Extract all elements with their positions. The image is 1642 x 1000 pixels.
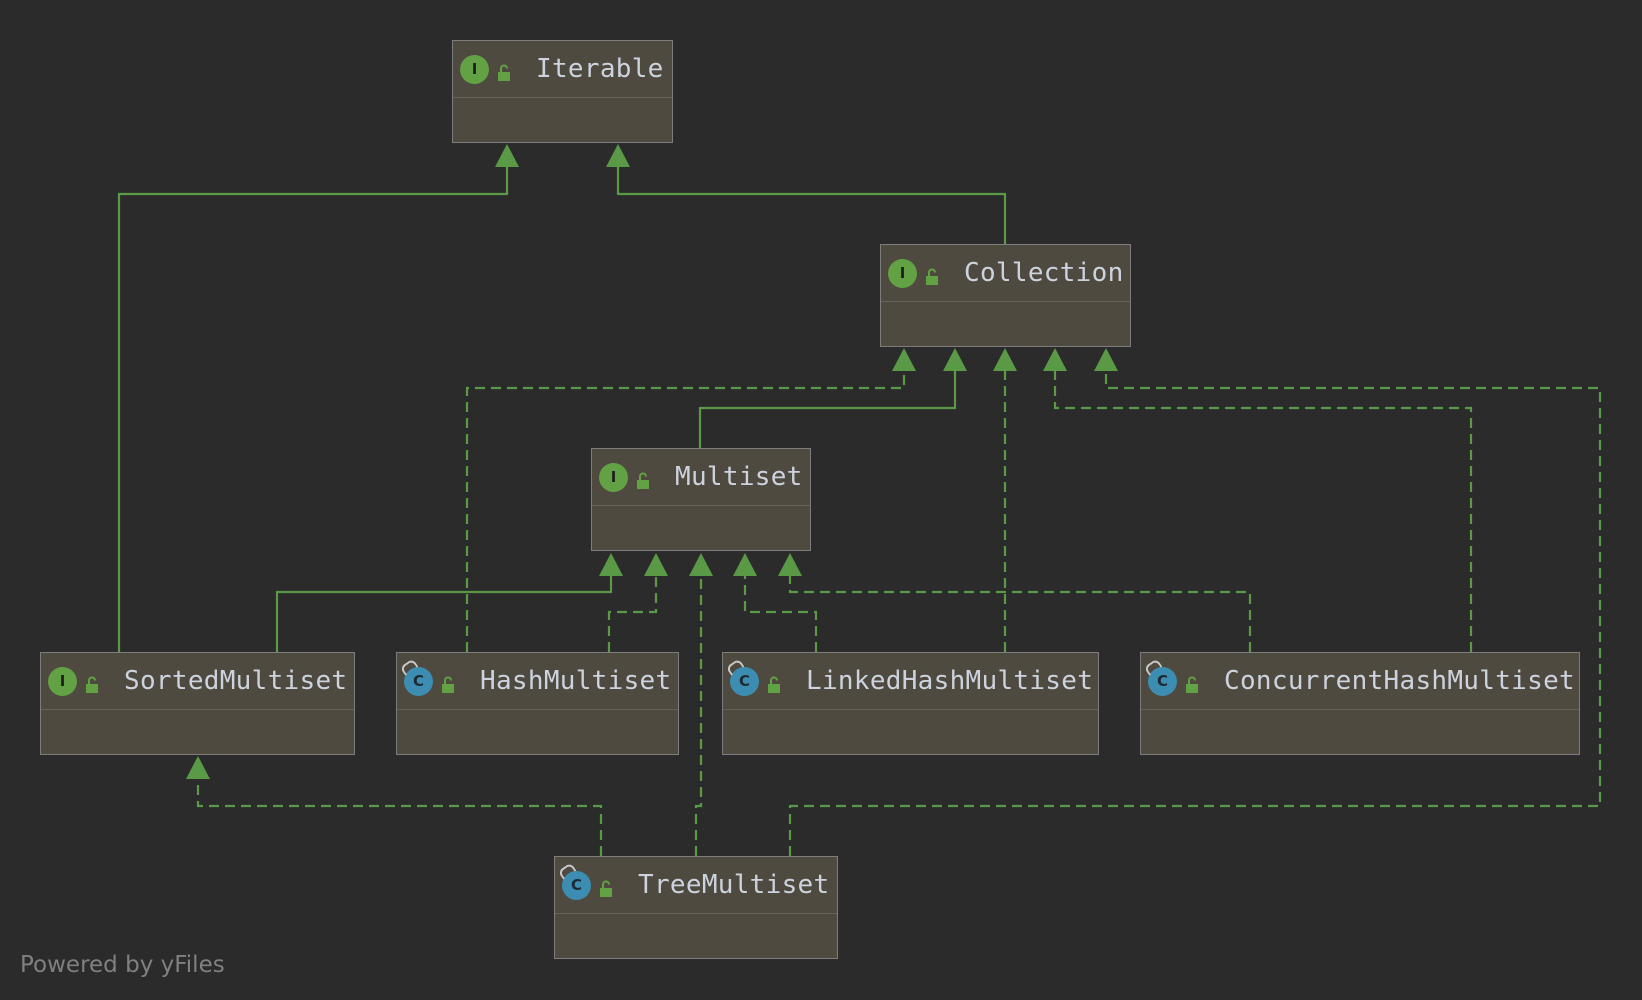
arrowhead: [689, 553, 713, 576]
arrowhead: [599, 553, 623, 576]
arrowhead: [495, 144, 519, 167]
node-header: C LinkedHashMultiset: [723, 653, 1098, 710]
unlock-icon: [637, 472, 649, 489]
node-title: Collection: [964, 258, 1124, 288]
arrowhead: [733, 553, 757, 576]
node-concurrenthashmultiset[interactable]: C ConcurrentHashMultiset: [1140, 652, 1580, 755]
unlock-icon: [768, 676, 780, 693]
unlock-icon: [926, 268, 938, 285]
arrowhead: [1094, 348, 1118, 371]
arrowhead: [606, 144, 630, 167]
edge-sortedmultiset-to-iterable: [117, 166, 509, 652]
node-header: C HashMultiset: [397, 653, 678, 710]
edge-treemultiset-to-multiset: [694, 575, 703, 856]
node-title: TreeMultiset: [638, 870, 830, 900]
unlock-icon: [86, 676, 98, 693]
interface-icon: I: [599, 463, 628, 492]
node-header: I SortedMultiset: [41, 653, 354, 710]
unlock-icon: [442, 676, 454, 693]
node-title: Iterable: [536, 54, 664, 84]
unlock-icon: [498, 64, 510, 81]
unlock-icon: [1186, 676, 1198, 693]
powered-by-label: Powered by yFiles: [20, 952, 225, 978]
node-header: I Collection: [881, 245, 1130, 302]
edge-concurrenthashmultiset-to-collection: [1053, 370, 1473, 652]
arrowhead: [644, 553, 668, 576]
arrowhead: [943, 348, 967, 371]
edge-concurrenthashmultiset-to-multiset: [788, 575, 1252, 652]
node-header: C TreeMultiset: [555, 857, 837, 914]
node-iterable[interactable]: I Iterable: [452, 40, 673, 143]
unlock-icon: [600, 880, 612, 897]
interface-icon: I: [48, 667, 77, 696]
node-linkedhashmultiset[interactable]: C LinkedHashMultiset: [722, 652, 1099, 755]
node-sortedmultiset[interactable]: I SortedMultiset: [40, 652, 355, 755]
edge-treemultiset-to-collection: [788, 370, 1602, 856]
node-hashmultiset[interactable]: C HashMultiset: [396, 652, 679, 755]
node-header: I Iterable: [453, 41, 672, 98]
arrowhead: [186, 756, 210, 779]
node-header: C ConcurrentHashMultiset: [1141, 653, 1579, 710]
arrowhead: [1043, 348, 1067, 371]
interface-icon: I: [888, 259, 917, 288]
arrowhead: [892, 348, 916, 371]
interface-icon: I: [460, 55, 489, 84]
node-title: Multiset: [675, 462, 803, 492]
arrowhead: [993, 348, 1017, 371]
node-title: HashMultiset: [480, 666, 672, 696]
node-title: LinkedHashMultiset: [806, 666, 1094, 696]
edge-hashmultiset-to-multiset: [607, 575, 658, 652]
node-treemultiset[interactable]: C TreeMultiset: [554, 856, 838, 959]
uml-class-diagram: I Iterable I Collection I Multiset I Sor…: [0, 0, 1642, 1000]
node-multiset[interactable]: I Multiset: [591, 448, 811, 551]
edge-treemultiset-to-sortedmultiset: [196, 778, 603, 856]
node-title: SortedMultiset: [124, 666, 348, 696]
edge-collection-to-iterable: [616, 166, 1007, 245]
diagram-edges: [117, 144, 1602, 856]
arrowhead: [778, 553, 802, 576]
node-title: ConcurrentHashMultiset: [1224, 666, 1575, 696]
node-header: I Multiset: [592, 449, 810, 506]
edge-sortedmultiset-to-multiset: [275, 575, 613, 652]
node-collection[interactable]: I Collection: [880, 244, 1131, 347]
edge-multiset-to-collection: [698, 370, 957, 448]
edge-linkedhashmultiset-to-multiset: [743, 575, 818, 652]
